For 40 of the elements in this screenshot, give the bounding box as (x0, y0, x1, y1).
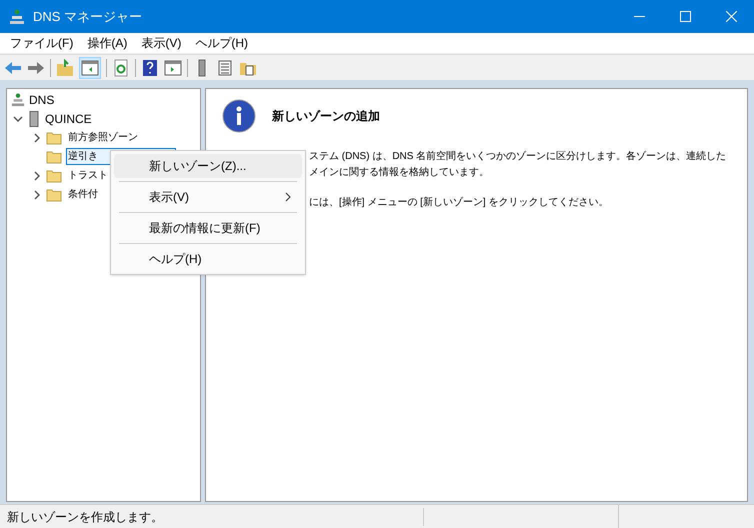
instruction-text: には、[操作] メニューの [新しいゾーン] をクリックしてください。 (309, 196, 610, 210)
window-title: DNS マネージャー (33, 8, 142, 26)
menu-item[interactable]: 操作(A) (87, 34, 128, 52)
folder-icon (46, 130, 62, 144)
content-heading: 新しいゾーンの追加 (272, 108, 380, 125)
menu-item[interactable]: 最新の情報に更新(F) (114, 216, 302, 240)
server-network-icon (9, 8, 25, 24)
chevron-right-icon[interactable] (32, 190, 42, 200)
panel-icon[interactable] (164, 58, 182, 76)
folder-icon (46, 150, 62, 164)
description-text: ステム (DNS) は、DNS 名前空間をいくつかのゾーンに区分けします。各ゾーンは、連続した (309, 150, 728, 164)
folder-up-icon[interactable] (56, 58, 74, 76)
tree-item[interactable]: QUINCE (45, 110, 92, 128)
server-network-icon (11, 93, 25, 107)
folder-icon (46, 188, 62, 202)
close-icon (726, 11, 736, 22)
refresh-icon[interactable] (112, 58, 130, 76)
pane-toggle-button[interactable] (79, 56, 101, 78)
info-icon (222, 99, 256, 133)
server-icon (29, 110, 39, 126)
tree-item[interactable]: 条件付 (66, 187, 100, 202)
chevron-right-icon[interactable] (32, 170, 42, 180)
help-icon[interactable] (141, 58, 159, 76)
menu-item[interactable]: 表示(V) (141, 34, 182, 52)
list-icon[interactable] (216, 58, 234, 76)
menu-item[interactable]: 表示(V) (114, 185, 302, 209)
menu-item[interactable]: ファイル(F) (10, 34, 74, 52)
tree-item[interactable]: トラスト (66, 168, 110, 183)
chevron-right-icon[interactable] (32, 132, 42, 142)
tree-item[interactable]: DNS (29, 91, 54, 109)
maximize-icon (680, 11, 690, 22)
chevron-down-icon[interactable] (13, 114, 23, 124)
status-text: 新しいゾーンを作成します。 (0, 508, 424, 526)
tree-item[interactable]: 前方参照ゾーン (66, 130, 140, 145)
menu-item[interactable]: ヘルプ(H) (114, 247, 302, 271)
description-text: メインに関する情報を格納しています。 (309, 166, 490, 180)
panel-icon (81, 58, 99, 76)
menu-item[interactable]: ヘルプ(H) (195, 34, 248, 52)
menu-item[interactable]: 新しいゾーン(Z)... (114, 154, 302, 178)
folder-icon (46, 168, 62, 182)
